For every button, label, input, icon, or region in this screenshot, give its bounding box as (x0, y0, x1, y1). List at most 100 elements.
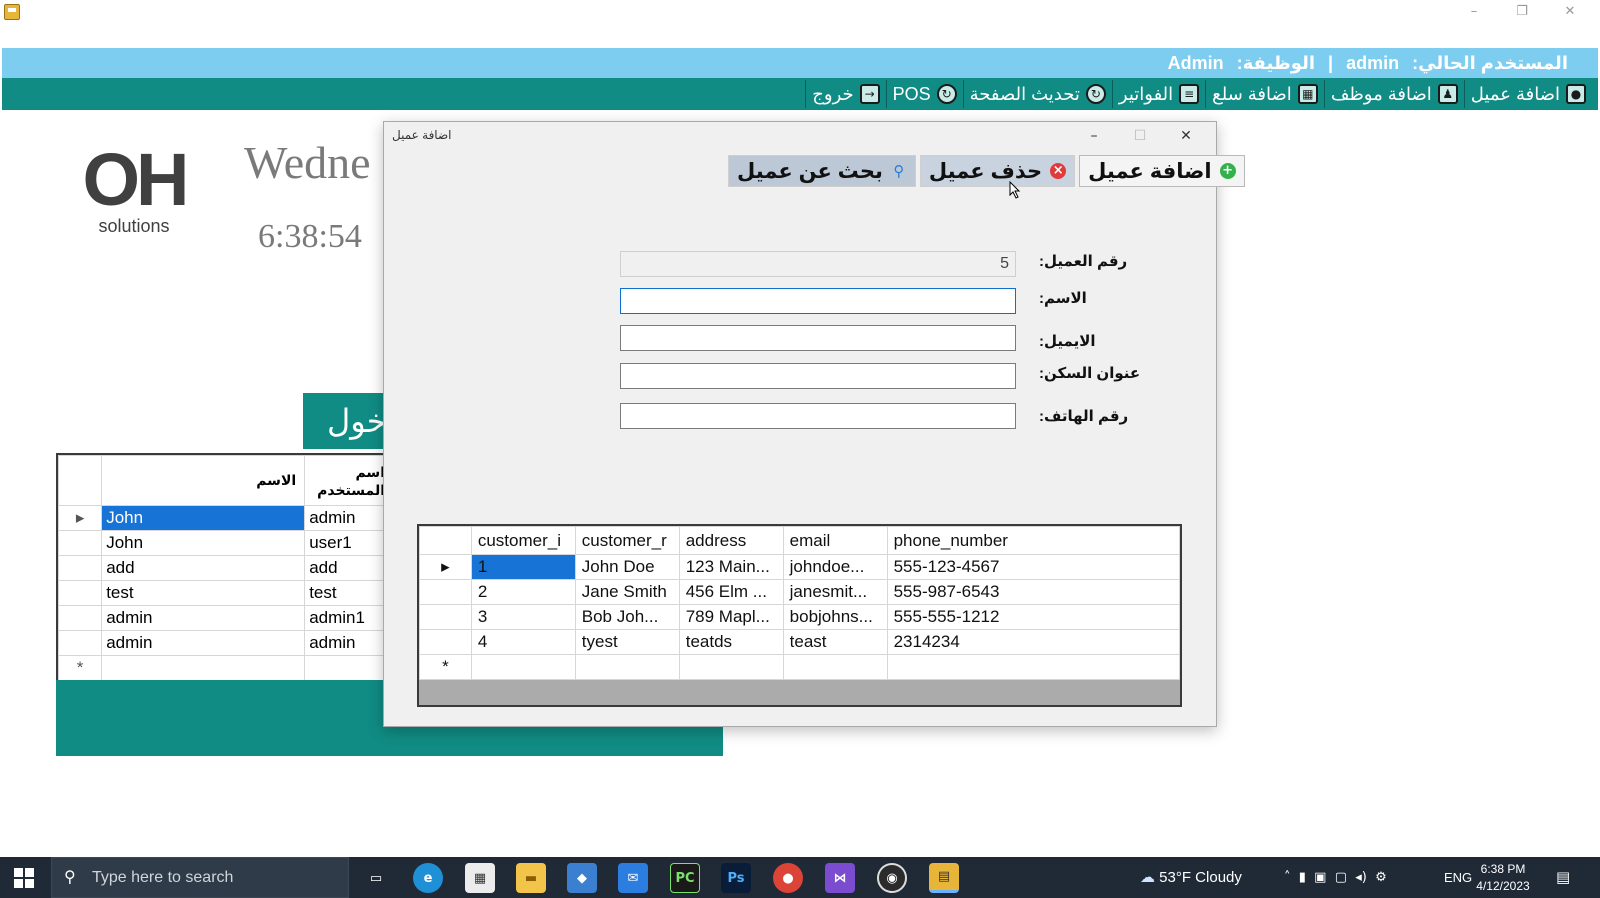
add-customer-button[interactable]: + اضافة عميل (1079, 155, 1245, 187)
notifications-icon[interactable]: ▤ (1556, 857, 1570, 898)
cell-name[interactable]: add (101, 555, 306, 581)
cell-name[interactable] (574, 654, 680, 680)
new-row[interactable]: * (419, 654, 1180, 680)
dialog-close-button[interactable]: ✕ (1163, 124, 1209, 148)
menu-exit[interactable]: → خروج (805, 80, 885, 108)
close-button[interactable]: ✕ (1546, 0, 1594, 24)
cell-name[interactable]: test (101, 580, 306, 606)
cell-email[interactable] (782, 654, 888, 680)
cell-username[interactable]: admin (304, 505, 394, 531)
dialog-minimize-button[interactable]: – (1071, 124, 1117, 148)
column-header-name[interactable]: الاسم (101, 455, 306, 506)
cell-id[interactable]: 4 (470, 629, 576, 655)
maximize-button[interactable]: ❐ (1498, 0, 1546, 24)
photoshop-icon[interactable]: Ps (721, 863, 751, 893)
app-icon-blue[interactable]: ◆ (567, 863, 597, 893)
delete-customer-button[interactable]: × حذف عميل (919, 155, 1076, 187)
address-field[interactable] (620, 363, 1016, 389)
table-row[interactable]: 2 Jane Smith 456 Elm ... janesmit... 555… (419, 579, 1180, 605)
cell-username[interactable]: admin (304, 630, 394, 656)
menu-add-employee[interactable]: ♟ اضافة موظف (1323, 80, 1464, 108)
table-row[interactable]: 3 Bob Joh... 789 Mapl... bobjohns... 555… (419, 604, 1180, 630)
column-header-customer-id[interactable]: customer_i (470, 526, 576, 555)
task-view-icon[interactable]: ▭ (361, 863, 391, 893)
cell-phone[interactable] (886, 654, 1180, 680)
phone-field[interactable] (620, 403, 1016, 429)
new-row[interactable]: * (58, 655, 394, 680)
table-row[interactable]: ▸ John admin (58, 505, 394, 531)
column-header-email[interactable]: email (782, 526, 888, 555)
clock[interactable]: 6:38 PM 4/12/2023 (1470, 861, 1536, 895)
table-row[interactable]: 4 tyest teatds teast 2314234 (419, 629, 1180, 655)
cell-address[interactable]: 789 Mapl... (678, 604, 784, 630)
cell-name[interactable]: John (101, 530, 306, 556)
cell-id[interactable]: 3 (470, 604, 576, 630)
cell-id[interactable]: 2 (470, 579, 576, 605)
menu-add-customer[interactable]: ● اضافة عميل (1463, 80, 1592, 108)
visual-studio-icon[interactable]: ⋈ (825, 863, 855, 893)
cell-email[interactable]: janesmit... (782, 579, 888, 605)
obs-icon[interactable]: ◉ (877, 863, 907, 893)
menu-refresh[interactable]: ↻ تحديث الصفحة (962, 80, 1112, 108)
cell-address[interactable] (678, 654, 784, 680)
cell-phone[interactable]: 2314234 (886, 629, 1180, 655)
menu-pos[interactable]: ↻ POS (885, 80, 963, 108)
cell-name[interactable]: Bob Joh... (574, 604, 680, 630)
cell-name[interactable]: admin (101, 605, 306, 631)
table-row[interactable]: admin admin1 (58, 605, 394, 631)
mail-icon[interactable]: ✉ (618, 863, 648, 893)
pycharm-icon[interactable]: PC (670, 863, 700, 893)
cell-phone[interactable]: 555-555-1212 (886, 604, 1180, 630)
cell-email[interactable]: teast (782, 629, 888, 655)
menu-invoices[interactable]: ≡ الفواتير (1111, 80, 1205, 108)
cell-name[interactable]: admin (101, 630, 306, 656)
dialog-maximize-button[interactable]: ☐ (1117, 124, 1163, 148)
cell-name[interactable]: tyest (574, 629, 680, 655)
cell-username[interactable] (304, 655, 394, 680)
file-explorer-icon[interactable]: ▬ (516, 863, 546, 893)
cell-address[interactable]: 456 Elm ... (678, 579, 784, 605)
column-header-address[interactable]: address (678, 526, 784, 555)
email-field[interactable] (620, 325, 1016, 351)
table-row[interactable]: test test (58, 580, 394, 606)
cell-id[interactable] (470, 654, 576, 680)
cell-name[interactable]: John Doe (574, 554, 680, 580)
cell-email[interactable]: johndoe... (782, 554, 888, 580)
customers-grid[interactable]: customer_i customer_r address email phon… (417, 524, 1182, 707)
menu-add-products[interactable]: ▦ اضافة سلع (1205, 80, 1324, 108)
column-header-customer-name[interactable]: customer_r (574, 526, 680, 555)
column-header-username[interactable]: اسم المستخدم (304, 455, 394, 506)
cell-id[interactable]: 1 (470, 554, 576, 580)
cell-address[interactable]: 123 Main... (678, 554, 784, 580)
cell-username[interactable]: admin1 (304, 605, 394, 631)
column-header-phone[interactable]: phone_number (886, 526, 1180, 555)
cell-username[interactable]: test (304, 580, 394, 606)
cell-name[interactable]: John (101, 505, 306, 531)
taskbar-search[interactable]: ⚲ Type here to search (51, 857, 349, 898)
cell-phone[interactable]: 555-987-6543 (886, 579, 1180, 605)
start-button[interactable] (14, 868, 34, 888)
cell-name[interactable]: Jane Smith (574, 579, 680, 605)
tray-icons[interactable]: ˄ ▮ ▣ ▢ ◂) ⚙ (1284, 857, 1387, 898)
name-field[interactable] (620, 288, 1016, 314)
minimize-button[interactable]: – (1450, 0, 1498, 24)
cell-name[interactable] (101, 655, 306, 680)
users-grid[interactable]: الاسم اسم المستخدم ▸ John admin John use… (56, 453, 396, 680)
weather-widget[interactable]: ☁ 53°F Cloudy (1140, 857, 1242, 898)
cell-address[interactable]: teatds (678, 629, 784, 655)
login-button[interactable]: خول (303, 393, 393, 449)
chrome-icon[interactable]: ● (773, 863, 803, 893)
table-row[interactable]: ▸ 1 John Doe 123 Main... johndoe... 555-… (419, 554, 1180, 580)
language-indicator[interactable]: ENG (1444, 857, 1472, 898)
cell-username[interactable]: add (304, 555, 394, 581)
cell-phone[interactable]: 555-123-4567 (886, 554, 1180, 580)
cell-email[interactable]: bobjohns... (782, 604, 888, 630)
cell-username[interactable]: user1 (304, 530, 394, 556)
search-customer-button[interactable]: ⚲ بحث عن عميل (728, 155, 916, 187)
store-icon[interactable]: ▦ (465, 863, 495, 893)
running-app-icon[interactable]: ▤ (929, 863, 959, 893)
table-row[interactable]: John user1 (58, 530, 394, 556)
table-row[interactable]: admin admin (58, 630, 394, 656)
edge-icon[interactable]: e (413, 863, 443, 893)
table-row[interactable]: add add (58, 555, 394, 581)
